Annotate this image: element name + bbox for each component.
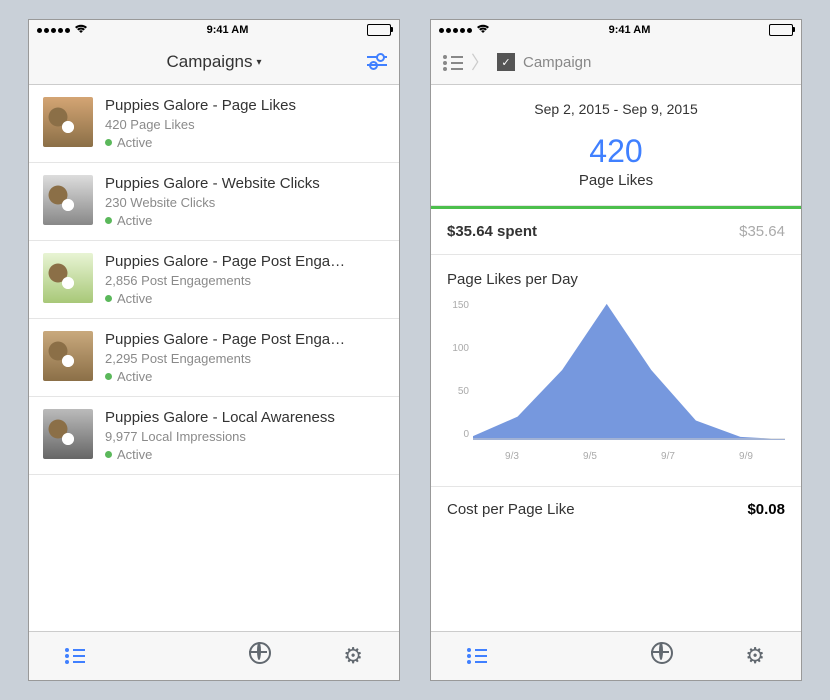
status-bar: 9:41 AM xyxy=(29,20,399,40)
cost-row: Cost per Page Like $0.08 xyxy=(431,486,801,532)
status-bar: 9:41 AM xyxy=(431,20,801,40)
campaign-thumbnail xyxy=(43,97,93,147)
campaign-list[interactable]: Puppies Galore - Page Likes 420 Page Lik… xyxy=(29,85,399,631)
chart[interactable]: 150 100 50 0 9/3 9/5 9/7 9/9 xyxy=(473,300,785,470)
phone-campaign-list: 9:41 AM Campaigns ▾ Puppies Galore - Pag… xyxy=(28,19,400,681)
headline-value: 420 xyxy=(431,133,801,170)
campaign-title: Puppies Galore - Page Likes xyxy=(105,97,385,114)
date-range[interactable]: Sep 2, 2015 - Sep 9, 2015 xyxy=(431,85,801,125)
sliders-icon xyxy=(367,54,387,68)
campaign-detail[interactable]: Sep 2, 2015 - Sep 9, 2015 420 Page Likes… xyxy=(431,85,801,631)
checkbox-icon: ✓ xyxy=(497,53,515,71)
breadcrumb[interactable]: 〉 ✓ Campaign xyxy=(443,49,591,75)
list-item[interactable]: Puppies Galore - Page Post Enga… 2,856 P… xyxy=(29,241,399,319)
navbar: Campaigns ▾ xyxy=(29,40,399,85)
nav-title-label: Campaigns xyxy=(166,52,252,72)
status-dot-icon xyxy=(105,451,112,458)
tab-list[interactable] xyxy=(65,643,85,669)
list-icon xyxy=(443,54,463,70)
campaign-title: Puppies Galore - Website Clicks xyxy=(105,175,385,192)
tab-bar: + ⚙ xyxy=(431,631,801,680)
cost-label: Cost per Page Like xyxy=(447,501,575,518)
tab-activity[interactable] xyxy=(651,642,673,670)
phone-campaign-detail: 9:41 AM 〉 ✓ Campaign Sep 2, 2015 - Sep 9… xyxy=(430,19,802,681)
list-item[interactable]: Puppies Galore - Page Likes 420 Page Lik… xyxy=(29,85,399,163)
battery-icon xyxy=(367,24,391,36)
headline-label: Page Likes xyxy=(431,172,801,189)
spent-amount: $35.64 spent xyxy=(447,223,537,240)
campaign-status: Active xyxy=(117,369,152,384)
campaign-status: Active xyxy=(117,213,152,228)
globe-icon xyxy=(651,642,673,664)
status-dot-icon xyxy=(105,295,112,302)
campaign-metric: 230 Website Clicks xyxy=(105,195,385,210)
list-item[interactable]: Puppies Galore - Local Awareness 9,977 L… xyxy=(29,397,399,475)
chevron-right-icon: 〉 xyxy=(471,49,489,75)
status-dot-icon xyxy=(105,373,112,380)
x-axis-labels: 9/3 9/5 9/7 9/9 xyxy=(473,451,785,462)
tab-activity[interactable] xyxy=(249,642,271,670)
tab-settings[interactable]: ⚙ xyxy=(343,643,363,669)
tab-bar: + ⚙ xyxy=(29,631,399,680)
campaign-thumbnail xyxy=(43,409,93,459)
spend-row: $35.64 spent $35.64 xyxy=(431,209,801,255)
filter-button[interactable] xyxy=(367,52,387,73)
campaign-title: Puppies Galore - Local Awareness xyxy=(105,409,385,426)
cost-value: $0.08 xyxy=(747,501,785,518)
caret-down-icon: ▾ xyxy=(256,57,261,68)
wifi-icon xyxy=(476,23,490,37)
tab-settings[interactable]: ⚙ xyxy=(745,643,765,669)
chart-title: Page Likes per Day xyxy=(447,271,785,288)
gear-icon: ⚙ xyxy=(343,643,363,668)
status-dot-icon xyxy=(105,139,112,146)
campaign-status: Active xyxy=(117,135,152,150)
tab-list[interactable] xyxy=(467,643,487,669)
campaign-title: Puppies Galore - Page Post Enga… xyxy=(105,331,385,348)
battery-icon xyxy=(769,24,793,36)
status-dot-icon xyxy=(105,217,112,224)
plus-icon: + xyxy=(559,649,579,669)
status-time: 9:41 AM xyxy=(207,24,249,36)
signal-dots-icon xyxy=(439,28,472,33)
signal-dots-icon xyxy=(37,28,70,33)
campaign-metric: 9,977 Local Impressions xyxy=(105,429,385,444)
tab-create[interactable]: + xyxy=(157,643,177,669)
list-item[interactable]: Puppies Galore - Website Clicks 230 Webs… xyxy=(29,163,399,241)
campaign-status: Active xyxy=(117,291,152,306)
campaign-thumbnail xyxy=(43,175,93,225)
campaign-title: Puppies Galore - Page Post Enga… xyxy=(105,253,385,270)
spent-budget: $35.64 xyxy=(739,223,785,240)
area-chart-svg xyxy=(473,300,785,440)
campaign-status: Active xyxy=(117,447,152,462)
headline-metric: 420 Page Likes xyxy=(431,125,801,206)
list-icon xyxy=(467,647,487,663)
campaign-thumbnail xyxy=(43,253,93,303)
campaign-thumbnail xyxy=(43,331,93,381)
campaign-metric: 2,295 Post Engagements xyxy=(105,351,385,366)
wifi-icon xyxy=(74,23,88,37)
list-item[interactable]: Puppies Galore - Page Post Enga… 2,295 P… xyxy=(29,319,399,397)
y-axis-labels: 150 100 50 0 xyxy=(447,300,469,440)
campaign-metric: 420 Page Likes xyxy=(105,117,385,132)
tab-create[interactable]: + xyxy=(559,643,579,669)
list-icon xyxy=(65,647,85,663)
plus-icon: + xyxy=(157,649,177,669)
globe-icon xyxy=(249,642,271,664)
gear-icon: ⚙ xyxy=(745,643,765,668)
status-time: 9:41 AM xyxy=(609,24,651,36)
breadcrumb-label: Campaign xyxy=(523,54,591,71)
chart-section: Page Likes per Day 150 100 50 0 9/3 9/5 … xyxy=(431,255,801,486)
navbar: 〉 ✓ Campaign xyxy=(431,40,801,85)
nav-title-dropdown[interactable]: Campaigns ▾ xyxy=(166,52,261,72)
campaign-metric: 2,856 Post Engagements xyxy=(105,273,385,288)
